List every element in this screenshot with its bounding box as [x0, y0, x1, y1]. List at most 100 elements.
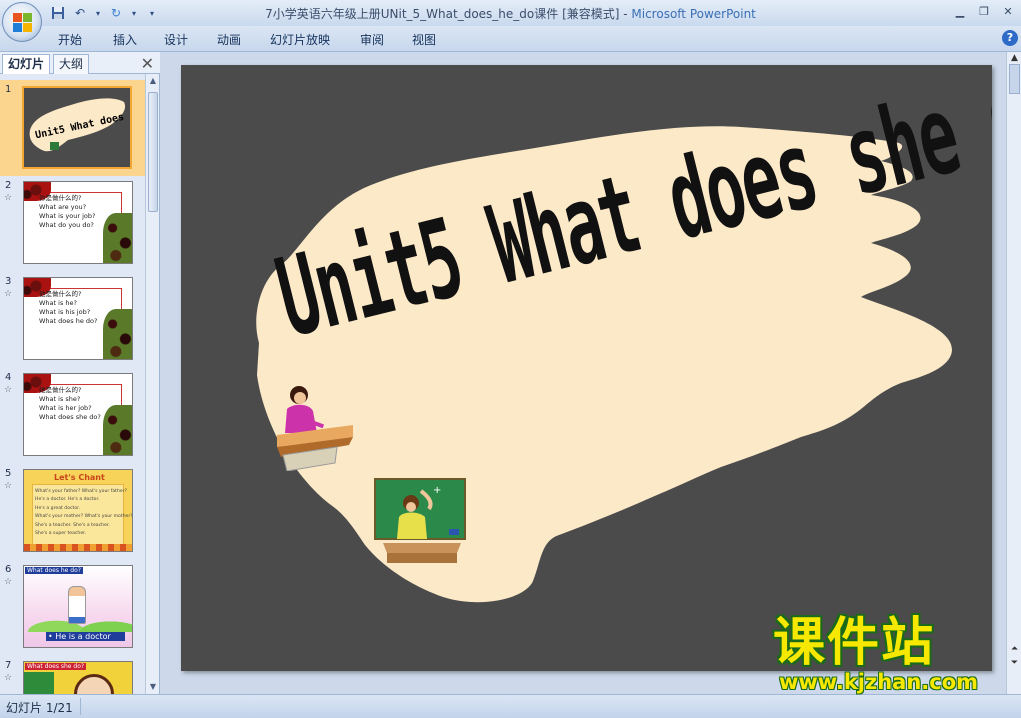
slide-number: 2: [5, 180, 12, 191]
close-icon[interactable]: ✕: [1001, 4, 1015, 18]
slide-thumbnail-2[interactable]: 你是做什么的? What are you? What is your job? …: [23, 181, 133, 264]
slide-thumbnail-1[interactable]: Unit5 What does she do?: [22, 86, 132, 169]
thumbnail-row-7[interactable]: 7 ☆ What does she do?: [0, 656, 145, 694]
text-line: What's your father? What's your father?: [35, 489, 128, 494]
thumbnail-heading: What does she do?: [25, 663, 87, 670]
teacher-image: [50, 142, 59, 150]
text-line: What is her job?: [39, 404, 92, 412]
slide-number: 5: [5, 468, 12, 479]
thumbnail-row-1[interactable]: 1 Unit5 What does she do?: [0, 80, 145, 176]
text-line: What is your job?: [39, 212, 96, 220]
window-controls: ▁ ❐ ✕: [953, 4, 1015, 18]
window-title: 7小学英语六年级上册UNit_5_What_does_he_do课件 [兼容模式…: [0, 5, 1021, 22]
thumbnail-row-4[interactable]: 4 ☆ 她是做什么的? What is she? What is her job…: [0, 368, 145, 464]
text-line: She's a super teacher.: [35, 531, 87, 537]
text-line: 他是做什么的?: [39, 290, 82, 298]
text-line: What is his job?: [39, 308, 91, 316]
tab-insert[interactable]: 插入: [113, 31, 137, 48]
panel-tabs: 幻灯片 大纲 ✕: [0, 52, 160, 74]
green-panel: [24, 672, 54, 694]
text-line: What does she do?: [39, 413, 101, 421]
teacher-at-desk-image: [277, 386, 353, 471]
leaves-image: [24, 544, 132, 551]
slide-number: 7: [5, 660, 12, 671]
watermark: 课件站 www.kjzhan.com: [773, 614, 1005, 694]
text-line: What does he do?: [39, 317, 98, 325]
svg-text:+: +: [433, 485, 441, 496]
thumbnail-row-3[interactable]: 3 ☆ 他是做什么的? What is he? What is his job?…: [0, 272, 145, 368]
slide-thumbnail-5[interactable]: Let's Chant What's your father? What's y…: [23, 469, 133, 552]
text-line: What is she?: [39, 395, 81, 403]
scroll-up-icon[interactable]: ▲: [1008, 53, 1021, 63]
slide-number: 6: [5, 564, 12, 575]
app-name: Microsoft PowerPoint: [631, 7, 756, 21]
tab-review[interactable]: 审阅: [360, 31, 384, 48]
minimize-icon[interactable]: ▁: [953, 4, 967, 18]
office-logo-icon: [12, 12, 32, 32]
slides-panel: 幻灯片 大纲 ✕ 1 Unit5 What does she do? 2 ☆: [0, 52, 160, 694]
slide-scrollbar[interactable]: ▲ ⏶ ⏷: [1006, 52, 1021, 694]
scrollbar-thumb[interactable]: [148, 92, 158, 212]
status-divider: [80, 698, 81, 715]
chant-heading: Let's Chant: [54, 473, 105, 482]
animation-star-icon: ☆: [4, 673, 13, 683]
slide-thumbnail-4[interactable]: 她是做什么的? What is she? What is her job? Wh…: [23, 373, 133, 456]
text-line: What's your mother? What's your mother?: [35, 514, 133, 520]
thumbnail-text: 他是做什么的? What is he? What is his job? Wha…: [39, 290, 97, 326]
animation-star-icon: ☆: [4, 577, 13, 587]
thumbnail-list: 1 Unit5 What does she do? 2 ☆ 你是做什么的? Wh…: [0, 74, 145, 694]
thumbnail-row-2[interactable]: 2 ☆ 你是做什么的? What are you? What is your j…: [0, 176, 145, 272]
tab-view[interactable]: 视图: [412, 31, 436, 48]
slide-editor: Unit5 What does she do? +: [160, 52, 1006, 694]
restore-icon[interactable]: ❐: [977, 4, 991, 18]
slide-counter: 幻灯片 1/21: [6, 701, 73, 715]
help-icon[interactable]: ?: [1002, 30, 1018, 46]
tab-outline[interactable]: 大纲: [53, 54, 90, 74]
next-slide-icon[interactable]: ⏷: [1008, 658, 1021, 668]
animation-star-icon: ☆: [4, 385, 13, 395]
thumbnail-row-5[interactable]: 5 ☆ Let's Chant What's your father? What…: [0, 464, 145, 560]
slide-thumbnail-6[interactable]: What does he do? • He is a doctor: [23, 565, 133, 648]
text-line: He's a great doctor.: [35, 505, 81, 511]
status-bar: 幻灯片 1/21: [0, 694, 1021, 718]
text-line: What is he?: [39, 299, 77, 307]
document-title: 7小学英语六年级上册UNit_5_What_does_he_do课件 [兼容模式…: [265, 7, 632, 21]
thumbnail-scrollbar[interactable]: ▲ ▼: [145, 74, 159, 694]
watermark-brand: 课件站: [773, 613, 936, 673]
animation-star-icon: ☆: [4, 289, 13, 299]
slide-number: 1: [5, 84, 12, 95]
tab-animations[interactable]: 动画: [217, 31, 241, 48]
close-panel-icon[interactable]: ✕: [141, 54, 154, 73]
tab-slides[interactable]: 幻灯片: [2, 54, 51, 74]
grapes-image: [103, 309, 132, 359]
scroll-down-icon[interactable]: ▼: [148, 682, 158, 692]
text-line: He's a doctor. He's a doctor.: [35, 497, 100, 503]
chalkboard-teacher-image: +: [374, 478, 466, 563]
text-line: 你是做什么的?: [39, 194, 82, 202]
slide-thumbnail-3[interactable]: 他是做什么的? What is he? What is his job? Wha…: [23, 277, 133, 360]
previous-slide-icon[interactable]: ⏶: [1008, 644, 1021, 654]
thumbnail-text: 她是做什么的? What is she? What is her job? Wh…: [39, 386, 101, 422]
thumbnail-heading: What does he do?: [25, 567, 83, 574]
thumbnail-text: What's your father? What's your father? …: [35, 488, 133, 538]
watermark-url: www.kjzhan.com: [779, 670, 979, 694]
tab-home[interactable]: 开始: [58, 31, 82, 48]
text-line: What are you?: [39, 203, 87, 211]
scrollbar-thumb[interactable]: [1009, 64, 1020, 94]
slide-number: 4: [5, 372, 12, 383]
tab-slideshow[interactable]: 幻灯片放映: [270, 31, 330, 48]
current-slide[interactable]: Unit5 What does she do? +: [181, 65, 992, 671]
title-bar: ↶ ▾ ↻ ▾ ▾ 7小学英语六年级上册UNit_5_What_does_he_…: [0, 0, 1021, 26]
text-line: She's a teacher. She's a teacher.: [35, 522, 110, 528]
scroll-up-icon[interactable]: ▲: [148, 76, 158, 86]
grapes-image: [103, 213, 132, 263]
girl-image: [74, 674, 114, 694]
doctor-image: [68, 586, 86, 624]
text-line: 她是做什么的?: [39, 386, 82, 394]
tab-design[interactable]: 设计: [164, 31, 188, 48]
slide-thumbnail-7[interactable]: What does she do?: [23, 661, 133, 694]
animation-star-icon: ☆: [4, 193, 13, 203]
thumbnail-row-6[interactable]: 6 ☆ What does he do? • He is a doctor: [0, 560, 145, 656]
ribbon-tabs: 开始 插入 设计 动画 幻灯片放映 审阅 视图: [0, 26, 1021, 52]
office-button[interactable]: [2, 2, 42, 42]
